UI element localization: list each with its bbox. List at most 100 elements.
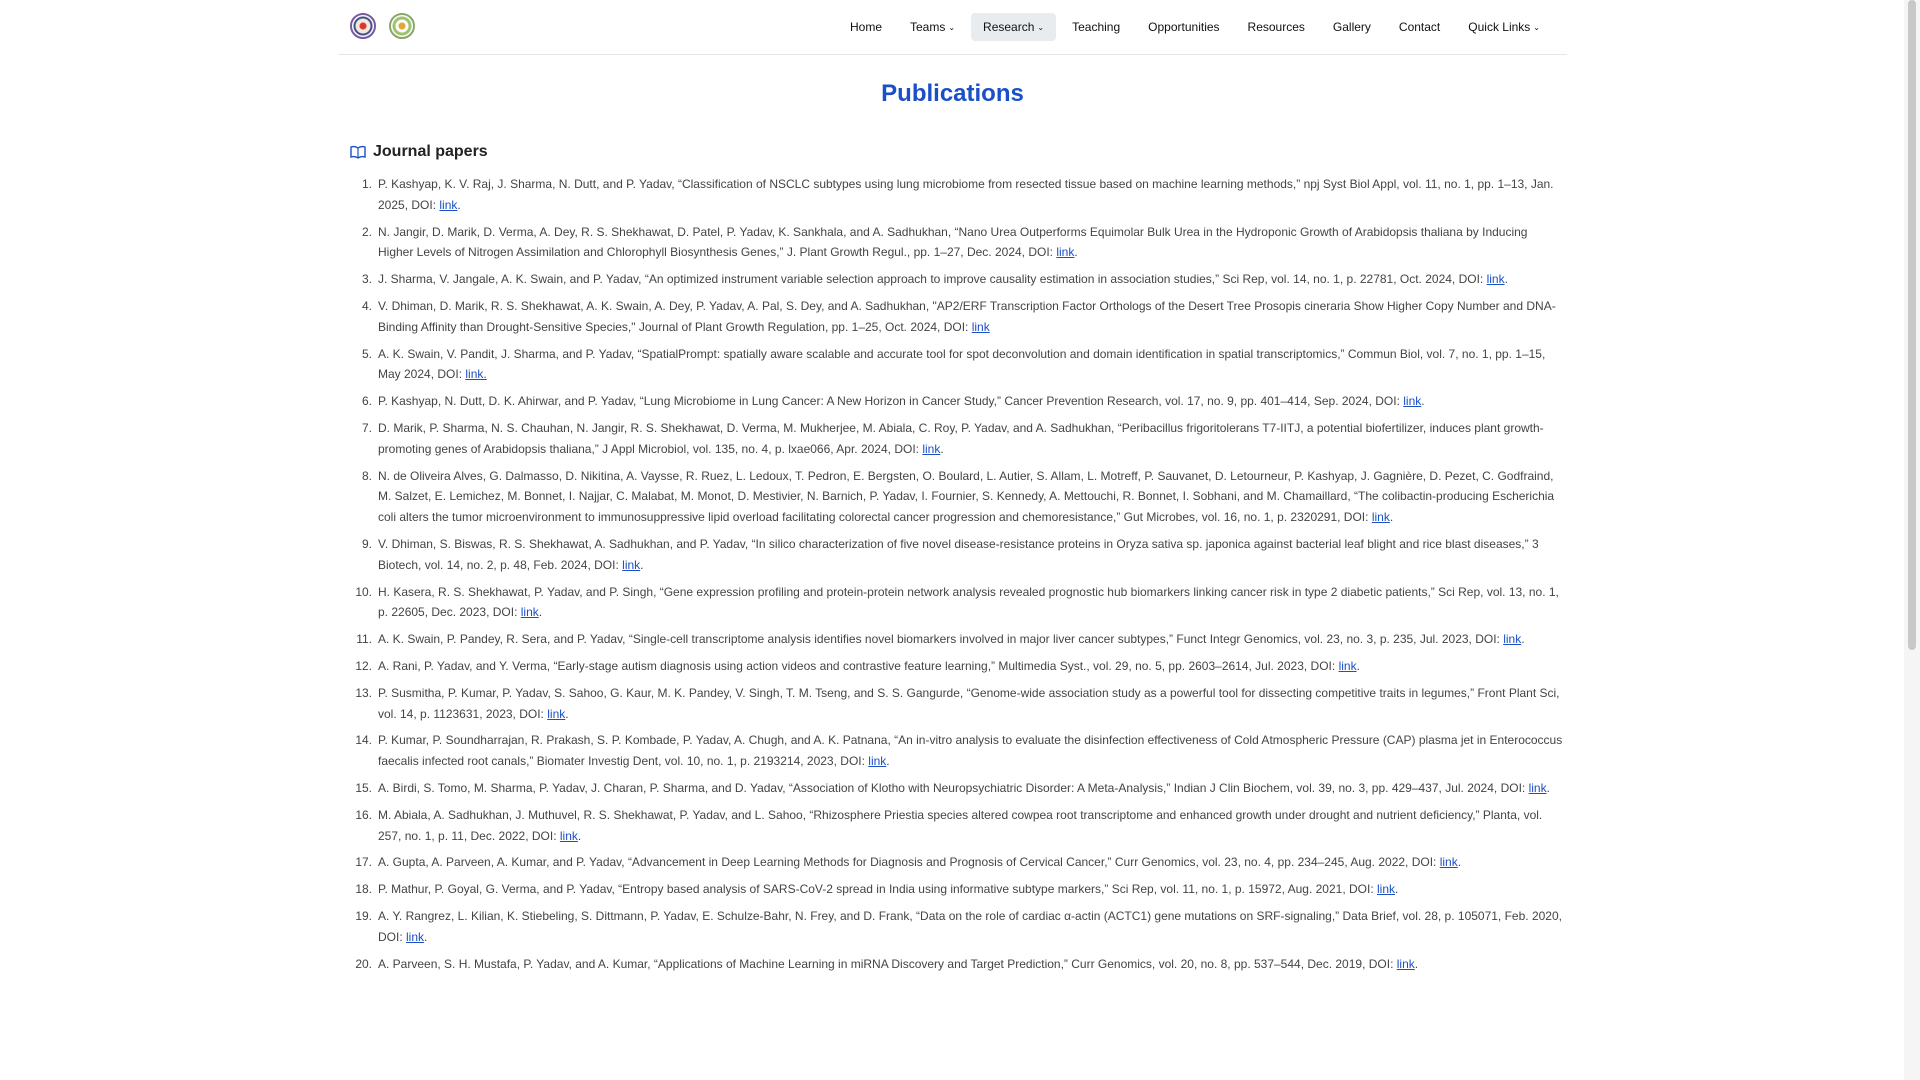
- publication-citation: M. Abiala, A. Sadhukhan, J. Muthuvel, R.…: [378, 805, 1566, 847]
- publication-citation: A. Y. Rangrez, L. Kilian, K. Stiebeling,…: [378, 906, 1566, 948]
- publication-item: 3. J. Sharma, V. Jangale, A. K. Swain, an…: [362, 269, 1566, 290]
- publication-citation: A. Gupta, A. Parveen, A. Kumar, and P. Y…: [378, 852, 1566, 873]
- publication-number: 16.: [355, 807, 372, 822]
- citation-end: .: [1356, 658, 1360, 673]
- citation-end: .: [424, 929, 428, 944]
- citation-text: A. Y. Rangrez, L. Kilian, K. Stiebeling,…: [378, 908, 1562, 944]
- doi-link[interactable]: link: [1487, 272, 1505, 286]
- publication-item: 14. P. Kumar, P. Soundharrajan, R. Prakas…: [355, 730, 1566, 772]
- publication-number: 12.: [355, 658, 372, 673]
- doi-link[interactable]: link: [1377, 882, 1395, 896]
- publication-citation: D. Marik, P. Sharma, N. S. Chauhan, N. J…: [378, 418, 1566, 460]
- citation-end: .: [1457, 855, 1462, 870]
- publication-number: 8.: [361, 468, 372, 483]
- citation-text: A. Rani, P. Yadav, and Y. Verma, “Early-…: [378, 658, 1339, 673]
- nav-item-label: Quick Links: [1468, 20, 1531, 34]
- citation-end: .: [1546, 780, 1550, 795]
- publication-number: 3.: [361, 272, 372, 287]
- nav-item-contact[interactable]: Contact: [1387, 13, 1452, 41]
- publication-citation: A. K. Swain, V. Pandit, J. Sharma, and P…: [378, 344, 1566, 386]
- doi-link[interactable]: link: [439, 198, 457, 212]
- publication-number: 19.: [355, 908, 372, 923]
- page-title: Publications: [881, 80, 1024, 107]
- nav-item-label: Resources: [1247, 20, 1305, 34]
- nav-item-teaching[interactable]: Teaching: [1060, 13, 1132, 41]
- doi-link[interactable]: link: [1056, 245, 1074, 259]
- main-nav: Home Teams ⌄ Research ⌄ Teaching Opportunities…: [834, 13, 1552, 41]
- doi-link[interactable]: link: [1503, 632, 1521, 646]
- doi-link[interactable]: link: [972, 320, 990, 334]
- publication-item: 16. M. Abiala, A. Sadhukhan, J. Muthuvel,…: [355, 805, 1566, 847]
- citation-text: A. Parveen, S. H. Mustafa, P. Yadav, and…: [378, 956, 1397, 971]
- page-container: Home Teams ⌄ Research ⌄ Teaching Opportunities…: [338, 0, 1567, 971]
- publication-number: 9.: [361, 536, 372, 551]
- publication-citation: N. de Oliveira Alves, G. Dalmasso, D. Ni…: [378, 466, 1566, 528]
- publication-number: 4.: [361, 298, 372, 313]
- publication-number: 7.: [361, 420, 372, 435]
- doi-link[interactable]: link: [1339, 659, 1357, 673]
- publication-item: 13. P. Susmitha, P. Kumar, P. Yadav, S. S…: [355, 683, 1566, 725]
- citation-text: J. Sharma, V. Jangale, A. K. Swain, and …: [378, 272, 1487, 287]
- doi-link[interactable]: link: [560, 829, 578, 843]
- publication-number: 6.: [361, 394, 372, 409]
- publication-item: 20. A. Parveen, S. H. Mustafa, P. Yadav, …: [355, 954, 1566, 975]
- citation-text: A. K. Swain, P. Pandey, R. Sera, and P. …: [378, 632, 1504, 647]
- nav-item-label: Contact: [1398, 20, 1441, 34]
- publication-list: 1. P. Kashyap, K. V. Raj, J. Sharma, N. D…: [355, 174, 1566, 980]
- publication-citation: A. Rani, P. Yadav, and Y. Verma, “Early-…: [378, 656, 1566, 677]
- publication-number: 11.: [356, 632, 372, 647]
- citation-end: .: [940, 441, 944, 456]
- citation-text: H. Kasera, R. S. Shekhawat, P. Yadav, an…: [378, 584, 1559, 620]
- scrollbar-thumb[interactable]: [1908, 0, 1916, 650]
- publication-citation: A. Birdi, S. Tomo, M. Sharma, P. Yadav, …: [378, 778, 1566, 799]
- citation-text: P. Kashyap, N. Dutt, D. K. Ahirwar, and …: [378, 394, 1404, 409]
- publication-item: 18. P. Mathur, P. Goyal, G. Verma, and P.…: [355, 879, 1566, 900]
- doi-link[interactable]: link: [868, 754, 886, 768]
- publication-item: 4. V. Dhiman, D. Marik, R. S. Shekhawat, …: [362, 296, 1566, 338]
- publication-citation: A. K. Swain, P. Pandey, R. Sera, and P. …: [378, 629, 1566, 650]
- citation-end: .: [1521, 632, 1525, 647]
- publication-item: 2. N. Jangir, D. Marik, D. Verma, A. Dey,…: [362, 222, 1566, 264]
- doi-link[interactable]: link: [547, 707, 565, 721]
- doi-link[interactable]: link: [1440, 855, 1458, 869]
- doi-link[interactable]: link: [1529, 781, 1547, 795]
- vertical-scrollbar[interactable]: [1904, 0, 1920, 1080]
- nav-item-gallery[interactable]: Gallery: [1321, 13, 1383, 41]
- doi-link[interactable]: link: [1397, 957, 1415, 971]
- publication-citation: V. Dhiman, S. Biswas, R. S. Shekhawat, A…: [378, 534, 1566, 576]
- nav-item-quick-links[interactable]: Quick Links ⌄: [1456, 13, 1552, 41]
- citation-end: .: [640, 557, 644, 572]
- nav-item-label: Gallery: [1332, 20, 1371, 34]
- nav-item-resources[interactable]: Resources: [1236, 13, 1317, 41]
- publication-citation: P. Kashyap, K. V. Raj, J. Sharma, N. Dut…: [378, 174, 1566, 216]
- publication-number: 2.: [361, 224, 372, 239]
- chevron-down-icon: ⌄: [1037, 23, 1045, 32]
- publication-number: 10.: [355, 584, 372, 599]
- nav-item-home[interactable]: Home: [838, 13, 894, 41]
- section-heading: Journal papers: [350, 143, 488, 161]
- nav-item-opportunities[interactable]: Opportunities: [1136, 13, 1231, 41]
- section-title: Journal papers: [373, 143, 488, 160]
- publication-item: 11. A. K. Swain, P. Pandey, R. Sera, and …: [356, 629, 1566, 650]
- chevron-down-icon: ⌄: [948, 23, 956, 32]
- doi-link[interactable]: link: [406, 930, 424, 944]
- publication-item: 6. P. Kashyap, N. Dutt, D. K. Ahirwar, an…: [362, 391, 1566, 412]
- citation-end: .: [565, 706, 569, 721]
- lab-logo[interactable]: [389, 13, 415, 39]
- nav-item-teams[interactable]: Teams ⌄: [898, 13, 967, 41]
- nav-item-research[interactable]: Research ⌄: [971, 13, 1057, 41]
- doi-link[interactable]: link: [521, 605, 539, 619]
- citation-text: A. K. Swain, V. Pandit, J. Sharma, and P…: [378, 346, 1546, 382]
- doi-link[interactable]: link: [1372, 510, 1390, 524]
- publication-item: 8. N. de Oliveira Alves, G. Dalmasso, D. …: [362, 466, 1566, 528]
- institute-logo[interactable]: [350, 13, 376, 39]
- doi-link[interactable]: link: [622, 558, 640, 572]
- citation-end: .: [1395, 882, 1399, 897]
- publication-citation: P. Susmitha, P. Kumar, P. Yadav, S. Saho…: [378, 683, 1566, 725]
- publication-item: 19. A. Y. Rangrez, L. Kilian, K. Stiebeli…: [355, 906, 1566, 948]
- doi-link[interactable]: link.: [465, 367, 486, 381]
- nav-item-label: Teaching: [1072, 20, 1121, 34]
- publication-item: 7. D. Marik, P. Sharma, N. S. Chauhan, N.…: [362, 418, 1566, 460]
- doi-link[interactable]: link: [922, 442, 940, 456]
- doi-link[interactable]: link: [1403, 394, 1421, 408]
